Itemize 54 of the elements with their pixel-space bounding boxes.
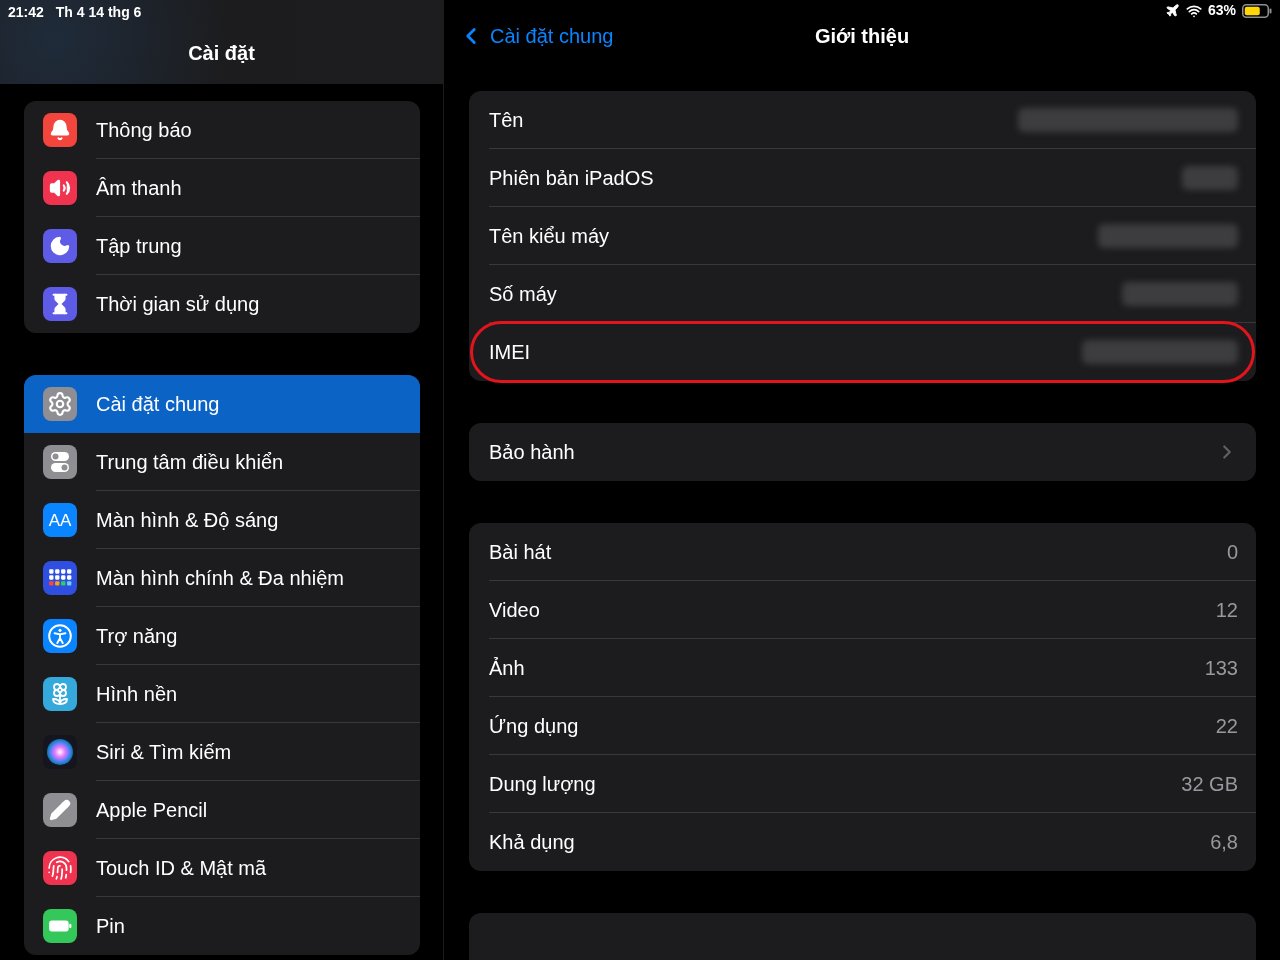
- row-label: Phiên bản iPadOS: [489, 165, 654, 191]
- pencil-icon: [43, 793, 77, 827]
- sidebar-item[interactable]: Màn hình chính & Đa nhiệm: [24, 549, 420, 607]
- row-label: Bài hát: [489, 539, 552, 565]
- sidebar-title: Cài đặt: [188, 41, 255, 66]
- battery-tile-icon: [43, 909, 77, 943]
- sidebar-item[interactable]: Thời gian sử dụng: [24, 275, 420, 333]
- page-title: Giới thiệu: [814, 24, 910, 49]
- blurred-value: [1182, 165, 1238, 190]
- sidebar-item[interactable]: Thông báo: [24, 101, 420, 159]
- settings-row[interactable]: Bảo hành: [489, 423, 1256, 481]
- text-size-icon: AA: [43, 503, 77, 537]
- row-value: 12: [1215, 597, 1238, 623]
- sidebar-item[interactable]: AA Màn hình & Độ sáng: [24, 491, 420, 549]
- speaker-icon: [43, 171, 77, 205]
- sidebar-item[interactable]: Hình nền: [24, 665, 420, 723]
- moon-icon: [43, 229, 77, 263]
- sidebar-item[interactable]: Apple Pencil: [24, 781, 420, 839]
- gear-icon: [43, 387, 77, 421]
- row-value: 0: [1226, 539, 1238, 565]
- row-label: Tên: [489, 107, 524, 133]
- row-label: IMEI: [489, 340, 531, 365]
- sidebar-item[interactable]: Pin: [24, 897, 420, 955]
- status-time: 21:42: [8, 2, 44, 22]
- sidebar-item[interactable]: Âm thanh: [24, 159, 420, 217]
- sidebar-item[interactable]: Siri & Tìm kiếm: [24, 723, 420, 781]
- row-label: Video: [489, 597, 540, 623]
- app-grid-icon: [43, 561, 77, 595]
- bell-icon: [43, 113, 77, 147]
- sidebar-item[interactable]: Cài đặt chung: [24, 375, 420, 433]
- battery-icon: [1242, 3, 1272, 18]
- sidebar-item[interactable]: Tập trung: [24, 217, 420, 275]
- row-value: 22: [1215, 713, 1238, 739]
- row-label: Khả dụng: [489, 830, 575, 855]
- back-button[interactable]: Cài đặt chung: [458, 21, 614, 51]
- fingerprint-icon: [43, 851, 77, 885]
- toggles-icon: [43, 445, 77, 479]
- sidebar-item[interactable]: Trợ năng: [24, 607, 420, 665]
- status-date: Th 4 14 thg 6: [55, 2, 142, 22]
- airplane-icon: [1164, 3, 1180, 18]
- sidebar-item[interactable]: Trung tâm điều khiển: [24, 433, 420, 491]
- row-value: 6,8: [1210, 830, 1238, 855]
- row-label: Ảnh: [489, 655, 525, 681]
- battery-percent: 63%: [1207, 1, 1236, 20]
- flower-icon: [43, 677, 77, 711]
- row-value: 32 GB: [1181, 771, 1238, 797]
- row-label: Số máy: [489, 281, 557, 307]
- hourglass-icon: [43, 287, 77, 321]
- sidebar-item[interactable]: Touch ID & Mật mã: [24, 839, 420, 897]
- row-label: Tên kiểu máy: [489, 223, 610, 249]
- orb-icon: [43, 735, 77, 769]
- row-value: 133: [1204, 655, 1238, 681]
- row-label: Ứng dụng: [489, 713, 579, 739]
- row-label: Dung lượng: [489, 771, 596, 797]
